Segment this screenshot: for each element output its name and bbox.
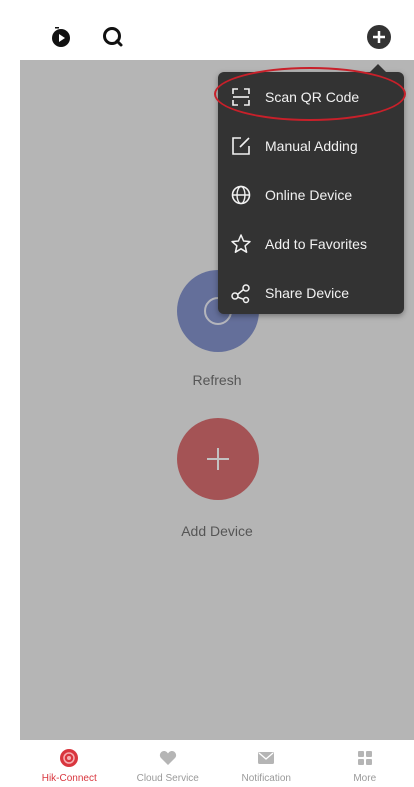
tab-label: Notification [241, 773, 291, 784]
top-bar [20, 0, 414, 60]
tab-cloud-service[interactable]: Cloud Service [119, 740, 218, 787]
mail-icon [258, 752, 275, 764]
play-icon[interactable] [50, 26, 72, 48]
tab-hik-connect[interactable]: Hik-Connect [20, 740, 119, 787]
share-icon [231, 283, 250, 303]
grid-icon [357, 751, 372, 765]
menu-item-label: Online Device [265, 186, 353, 203]
tab-notification[interactable]: Notification [217, 740, 316, 787]
edit-icon [232, 136, 250, 155]
tab-label: Hik-Connect [41, 773, 97, 784]
bottom-tab-bar: Hik-Connect Cloud Service Notification M… [20, 740, 414, 787]
globe-icon [231, 185, 251, 204]
menu-item-share-device[interactable]: Share Device [218, 268, 404, 317]
menu-caret [370, 64, 386, 72]
menu-item-online-device[interactable]: Online Device [218, 170, 404, 219]
tab-label: More [353, 773, 377, 784]
tab-more[interactable]: More [316, 740, 414, 787]
menu-item-add-to-favorites[interactable]: Add to Favorites [218, 219, 404, 268]
heart-icon [159, 751, 176, 765]
tab-label: Cloud Service [136, 773, 199, 784]
hik-connect-icon [60, 749, 79, 767]
highlight-ring [214, 67, 406, 121]
search-icon[interactable] [102, 26, 124, 48]
menu-item-manual-adding[interactable]: Manual Adding [218, 121, 404, 170]
menu-item-label: Share Device [265, 284, 350, 301]
star-icon [231, 233, 251, 253]
menu-item-label: Add to Favorites [265, 235, 367, 252]
menu-item-label: Manual Adding [265, 137, 358, 154]
app-screen: Refresh Add Device Scan QR Code Manual A… [20, 0, 414, 787]
add-menu-icon[interactable] [366, 24, 392, 50]
